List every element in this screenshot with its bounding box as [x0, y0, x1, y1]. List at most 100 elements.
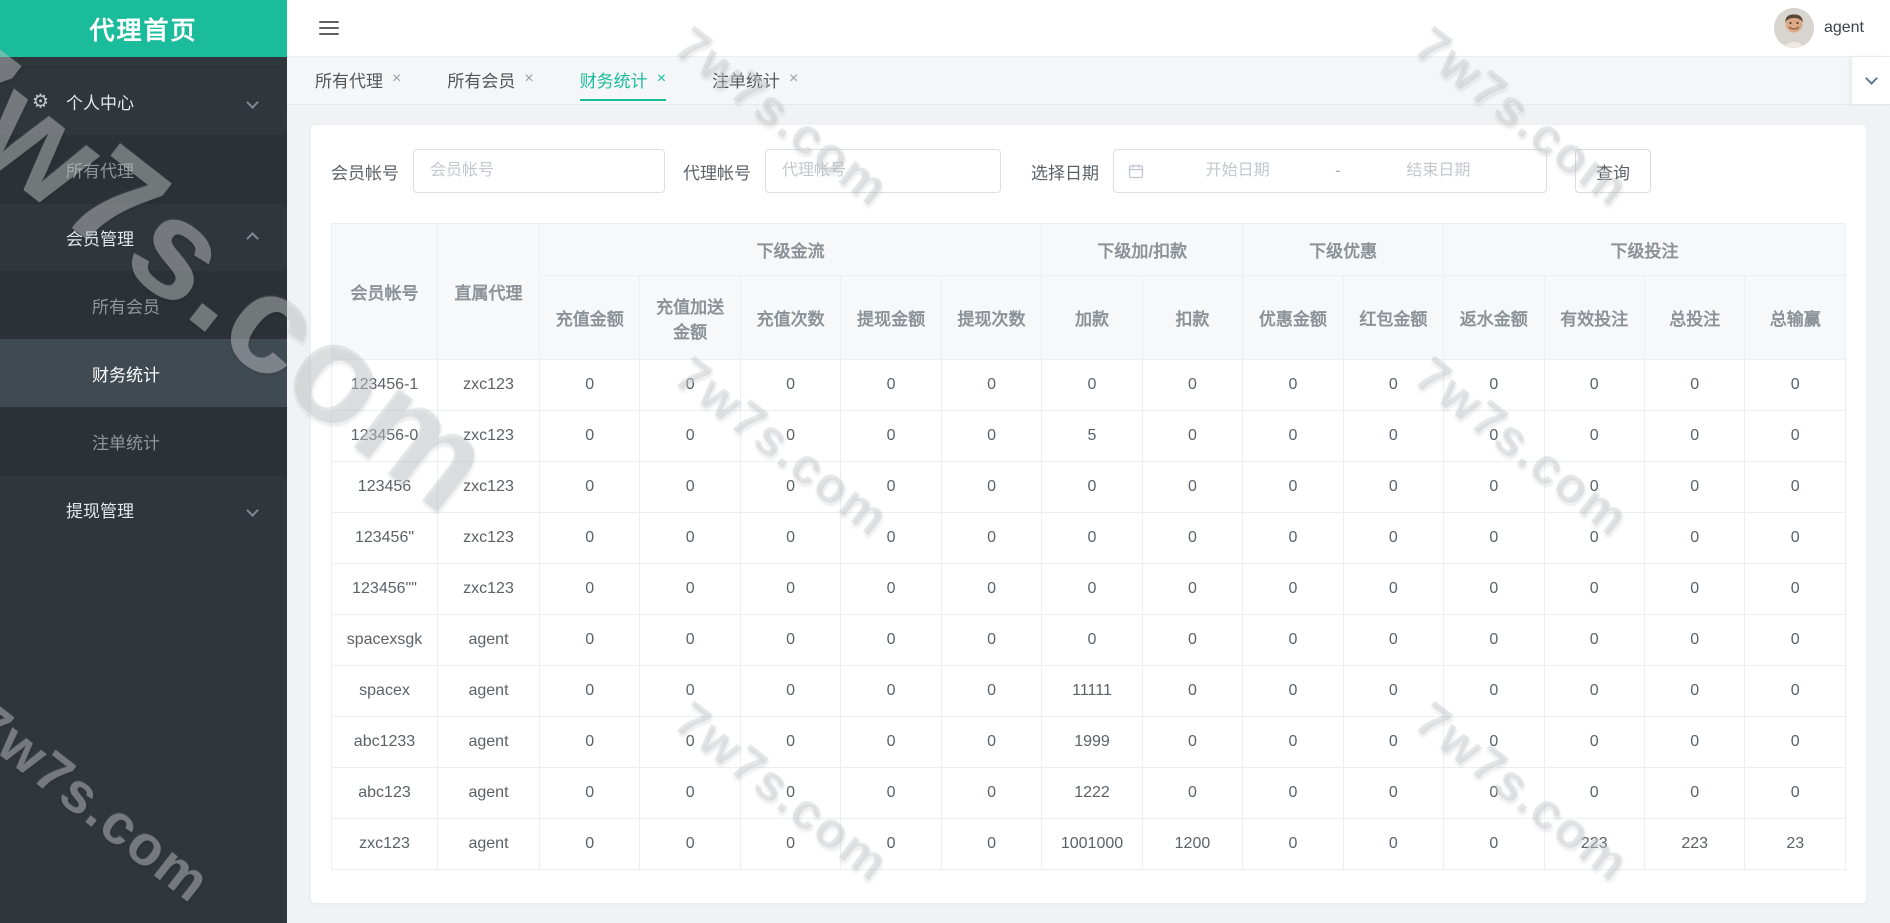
sidebar-header: 代理首页 — [0, 0, 287, 57]
value-cell: 0 — [639, 359, 741, 411]
app-title: 代理首页 — [89, 16, 198, 45]
value-cell: 0 — [1643, 461, 1746, 513]
sidebar-item-all-members[interactable]: 所有会员 — [0, 271, 287, 339]
tab-label: 注单统计 — [712, 71, 781, 91]
date-range-picker[interactable]: - — [1113, 149, 1547, 193]
direct-agent-cell: zxc123 — [437, 461, 540, 513]
sidebar-item-bet-statistics[interactable]: 注单统计 — [0, 407, 287, 475]
value-cell: 0 — [1342, 665, 1445, 717]
value-cell: 0 — [1643, 410, 1746, 462]
sidebar-item-all-agents[interactable]: 所有代理 — [0, 135, 287, 203]
sidebar-item-label: 提现管理 — [66, 502, 134, 521]
member-account-label: 会员帐号 — [331, 163, 399, 183]
value-cell: 0 — [1342, 767, 1445, 819]
table-row: abc123 agent 0 0 0 0 0 1222 0 0 0 0 0 0 0 — [331, 767, 1846, 819]
sidebar-item-finance-statistics[interactable]: 财务统计 — [0, 339, 287, 407]
gear-icon: ⚙ — [32, 91, 50, 112]
end-date-input[interactable] — [1344, 162, 1533, 180]
value-cell: 0 — [1543, 665, 1645, 717]
table-row: spacexsgk agent 0 0 0 0 0 0 0 0 0 0 0 0 0 — [331, 614, 1846, 666]
member-account-cell: spacex — [331, 665, 438, 717]
value-cell: 0 — [1342, 563, 1445, 615]
tab-close-icon[interactable]: × — [524, 71, 533, 87]
chevron-down-icon — [246, 92, 259, 112]
hamburger-menu-icon[interactable] — [319, 17, 339, 39]
value-cell: 11111 — [1041, 665, 1143, 717]
member-account-input[interactable] — [413, 149, 665, 193]
value-cell: 0 — [1443, 461, 1545, 513]
value-cell: 0 — [1242, 461, 1344, 513]
table-row: 123456 zxc123 0 0 0 0 0 0 0 0 0 0 0 0 0 — [331, 461, 1846, 513]
value-cell: 0 — [538, 461, 641, 513]
calendar-icon — [1128, 163, 1144, 179]
value-cell: 0 — [1643, 512, 1746, 564]
sidebar-item-label: 所有会员 — [92, 297, 160, 317]
start-date-input[interactable] — [1144, 162, 1332, 180]
member-account-cell: 123456"" — [331, 563, 438, 615]
value-cell: 0 — [940, 614, 1043, 666]
tab-close-icon[interactable]: × — [392, 71, 401, 87]
sidebar-item-withdraw-management[interactable]: 提现管理 — [0, 475, 287, 543]
value-cell: 0 — [639, 614, 741, 666]
value-cell: 0 — [1242, 410, 1344, 462]
column-header: 总输赢 — [1744, 275, 1846, 360]
column-header: 加款 — [1041, 275, 1143, 360]
search-button[interactable]: 查询 — [1575, 149, 1651, 193]
member-account-cell: abc123 — [331, 767, 438, 819]
value-cell: 0 — [538, 665, 641, 717]
value-cell: 0 — [1744, 563, 1846, 615]
sidebar-item-member-management[interactable]: 会员管理 — [0, 203, 287, 271]
tab-all-agents[interactable]: 所有代理 × — [315, 61, 401, 101]
chevron-down-icon — [246, 500, 259, 520]
value-cell: 0 — [1242, 614, 1344, 666]
value-cell: 0 — [1643, 563, 1746, 615]
avatar[interactable] — [1773, 8, 1814, 48]
column-header: 返水金额 — [1443, 275, 1545, 360]
sidebar-item-label: 注单统计 — [92, 433, 160, 453]
value-cell: 0 — [840, 716, 942, 768]
value-cell: 0 — [1141, 767, 1244, 819]
value-cell: 0 — [940, 410, 1043, 462]
filter-bar: 会员帐号 代理帐号 选择日期 — [331, 149, 1846, 193]
user-menu[interactable]: agent — [1773, 8, 1864, 48]
date-range-label: 选择日期 — [1031, 163, 1099, 183]
value-cell: 5 — [1041, 410, 1143, 462]
value-cell: 0 — [940, 512, 1043, 564]
value-cell: 0 — [639, 665, 741, 717]
value-cell: 0 — [1744, 461, 1846, 513]
group-header: 下级加/扣款 — [1041, 223, 1244, 276]
tab-bet-statistics[interactable]: 注单统计 × — [712, 61, 798, 101]
sidebar-item-personal-center[interactable]: ⚙ 个人中心 — [0, 67, 287, 135]
value-cell: 0 — [538, 818, 641, 870]
tab-all-members[interactable]: 所有会员 × — [447, 61, 533, 101]
topbar: agent — [287, 0, 1890, 57]
value-cell: 0 — [1242, 665, 1344, 717]
tab-finance-statistics[interactable]: 财务统计 × — [579, 61, 667, 101]
value-cell: 0 — [739, 716, 842, 768]
value-cell: 0 — [739, 563, 842, 615]
value-cell: 0 — [1342, 818, 1445, 870]
direct-agent-cell: zxc123 — [437, 512, 540, 564]
value-cell: 0 — [1342, 359, 1445, 411]
value-cell: 0 — [739, 461, 842, 513]
chevron-up-icon — [246, 228, 259, 248]
value-cell: 0 — [1242, 716, 1344, 768]
value-cell: 0 — [1242, 359, 1344, 411]
tabs-dropdown-button[interactable] — [1852, 57, 1890, 104]
value-cell: 0 — [1543, 563, 1645, 615]
value-cell: 0 — [1543, 410, 1645, 462]
direct-agent-cell: agent — [437, 614, 540, 666]
member-account-cell: 123456-0 — [331, 410, 438, 462]
value-cell: 23 — [1744, 818, 1846, 870]
value-cell: 0 — [1141, 410, 1244, 462]
value-cell: 0 — [1342, 410, 1445, 462]
tab-close-icon[interactable]: × — [657, 71, 666, 87]
table-row: 123456-0 zxc123 0 0 0 0 0 5 0 0 0 0 0 0 0 — [331, 410, 1846, 462]
tab-close-icon[interactable]: × — [789, 71, 798, 87]
agent-account-input[interactable] — [765, 149, 1001, 193]
value-cell: 0 — [940, 716, 1043, 768]
value-cell: 0 — [1643, 665, 1746, 717]
value-cell: 0 — [940, 563, 1043, 615]
value-cell: 0 — [1242, 563, 1344, 615]
column-header: 会员帐号 — [331, 223, 438, 360]
